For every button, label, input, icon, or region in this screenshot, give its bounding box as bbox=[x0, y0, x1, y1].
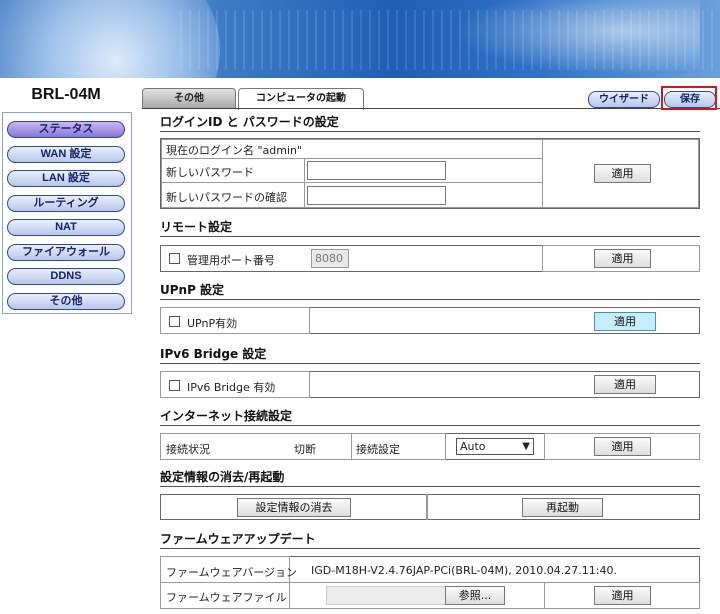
firmware-version-value: IGD-M18H-V2.4.76JAP-PCi(BRL-04M), 2010.0… bbox=[311, 564, 617, 577]
confirm-password-field[interactable] bbox=[307, 186, 446, 205]
login-apply-button[interactable]: 適用 bbox=[594, 164, 651, 183]
wizard-button[interactable]: ウイザード bbox=[588, 91, 660, 108]
upnp-section-title: UPnP 設定 bbox=[160, 283, 225, 297]
connection-status-label: 接続状況 bbox=[166, 443, 210, 456]
sidebar-item-firewall[interactable]: ファイアウォール bbox=[7, 244, 125, 261]
remote-port-field[interactable]: 8080 bbox=[311, 249, 349, 268]
browse-button[interactable]: 参照... bbox=[445, 586, 505, 605]
remote-panel: 管理用ポート番号 8080 適用 bbox=[160, 245, 700, 272]
reboot-button[interactable]: 再起動 bbox=[522, 498, 603, 517]
login-section-title: ログインID と パスワードの設定 bbox=[160, 115, 339, 129]
remote-port-label: 管理用ポート番号 bbox=[187, 254, 275, 267]
login-panel: 現在のログイン名 "admin" 新しいパスワード 新しいパスワードの確認 適用 bbox=[160, 138, 700, 209]
firmware-file-path[interactable] bbox=[326, 586, 446, 605]
remote-port-checkbox[interactable] bbox=[169, 253, 180, 264]
sidebar-item-ddns[interactable]: DDNS bbox=[7, 268, 125, 285]
ipv6-section-title: IPv6 Bridge 設定 bbox=[160, 347, 267, 361]
ipv6-apply-button[interactable]: 適用 bbox=[594, 375, 656, 394]
firmware-file-label: ファームウェアファイル bbox=[166, 591, 287, 604]
sidebar-item-status[interactable]: ステータス bbox=[7, 121, 125, 138]
device-model-title: BRL-04M bbox=[31, 86, 101, 103]
firmware-section-title: ファームウェアアップデート bbox=[160, 532, 316, 546]
firmware-panel: ファームウェアバージョン IGD-M18H-V2.4.76JAP-PCi(BRL… bbox=[160, 556, 700, 609]
sidebar: ステータス WAN 設定 LAN 設定 ルーティング NAT ファイアウォール … bbox=[2, 112, 132, 314]
connection-status-value: 切断 bbox=[294, 443, 316, 456]
new-password-label: 新しいパスワード bbox=[166, 166, 254, 179]
upnp-enable-label: UPnP有効 bbox=[187, 317, 238, 330]
reset-panel: 設定情報の消去 再起動 bbox=[160, 494, 700, 520]
sidebar-item-routing[interactable]: ルーティング bbox=[7, 195, 125, 212]
ipv6-panel: IPv6 Bridge 有効 適用 bbox=[160, 371, 700, 398]
internet-apply-button[interactable]: 適用 bbox=[594, 437, 651, 456]
header-banner bbox=[0, 0, 720, 78]
ipv6-enable-checkbox[interactable] bbox=[169, 380, 180, 391]
sidebar-item-lan[interactable]: LAN 設定 bbox=[7, 170, 125, 187]
upnp-apply-button[interactable]: 適用 bbox=[594, 312, 656, 331]
firmware-apply-button[interactable]: 適用 bbox=[594, 586, 651, 605]
firmware-version-label: ファームウェアバージョン bbox=[166, 566, 298, 579]
upnp-enable-checkbox[interactable] bbox=[169, 316, 180, 327]
connection-mode-select[interactable]: Auto ▼ bbox=[456, 438, 534, 455]
new-password-field[interactable] bbox=[307, 161, 446, 180]
internet-section-title: インターネット接続設定 bbox=[160, 409, 293, 423]
tab-other[interactable]: その他 bbox=[142, 88, 236, 108]
remote-section-title: リモート設定 bbox=[160, 220, 233, 234]
sidebar-item-other[interactable]: その他 bbox=[7, 293, 125, 310]
internet-panel: 接続状況 切断 接続設定 Auto ▼ 適用 bbox=[160, 433, 700, 460]
current-login-label: 現在のログイン名 "admin" bbox=[166, 144, 303, 157]
tab-computer-wake[interactable]: コンピュータの起動 bbox=[238, 88, 364, 110]
chevron-down-icon: ▼ bbox=[522, 441, 530, 452]
clear-settings-button[interactable]: 設定情報の消去 bbox=[237, 498, 351, 517]
confirm-password-label: 新しいパスワードの確認 bbox=[166, 191, 287, 204]
sidebar-item-wan[interactable]: WAN 設定 bbox=[7, 146, 125, 163]
ipv6-enable-label: IPv6 Bridge 有効 bbox=[187, 381, 276, 394]
remote-apply-button[interactable]: 適用 bbox=[594, 249, 651, 268]
reset-section-title: 設定情報の消去/再起動 bbox=[160, 470, 285, 484]
connection-mode-label: 接続設定 bbox=[356, 443, 400, 456]
upnp-panel: UPnP有効 適用 bbox=[160, 307, 700, 334]
sidebar-item-nat[interactable]: NAT bbox=[7, 219, 125, 236]
save-button-highlight bbox=[661, 86, 717, 110]
